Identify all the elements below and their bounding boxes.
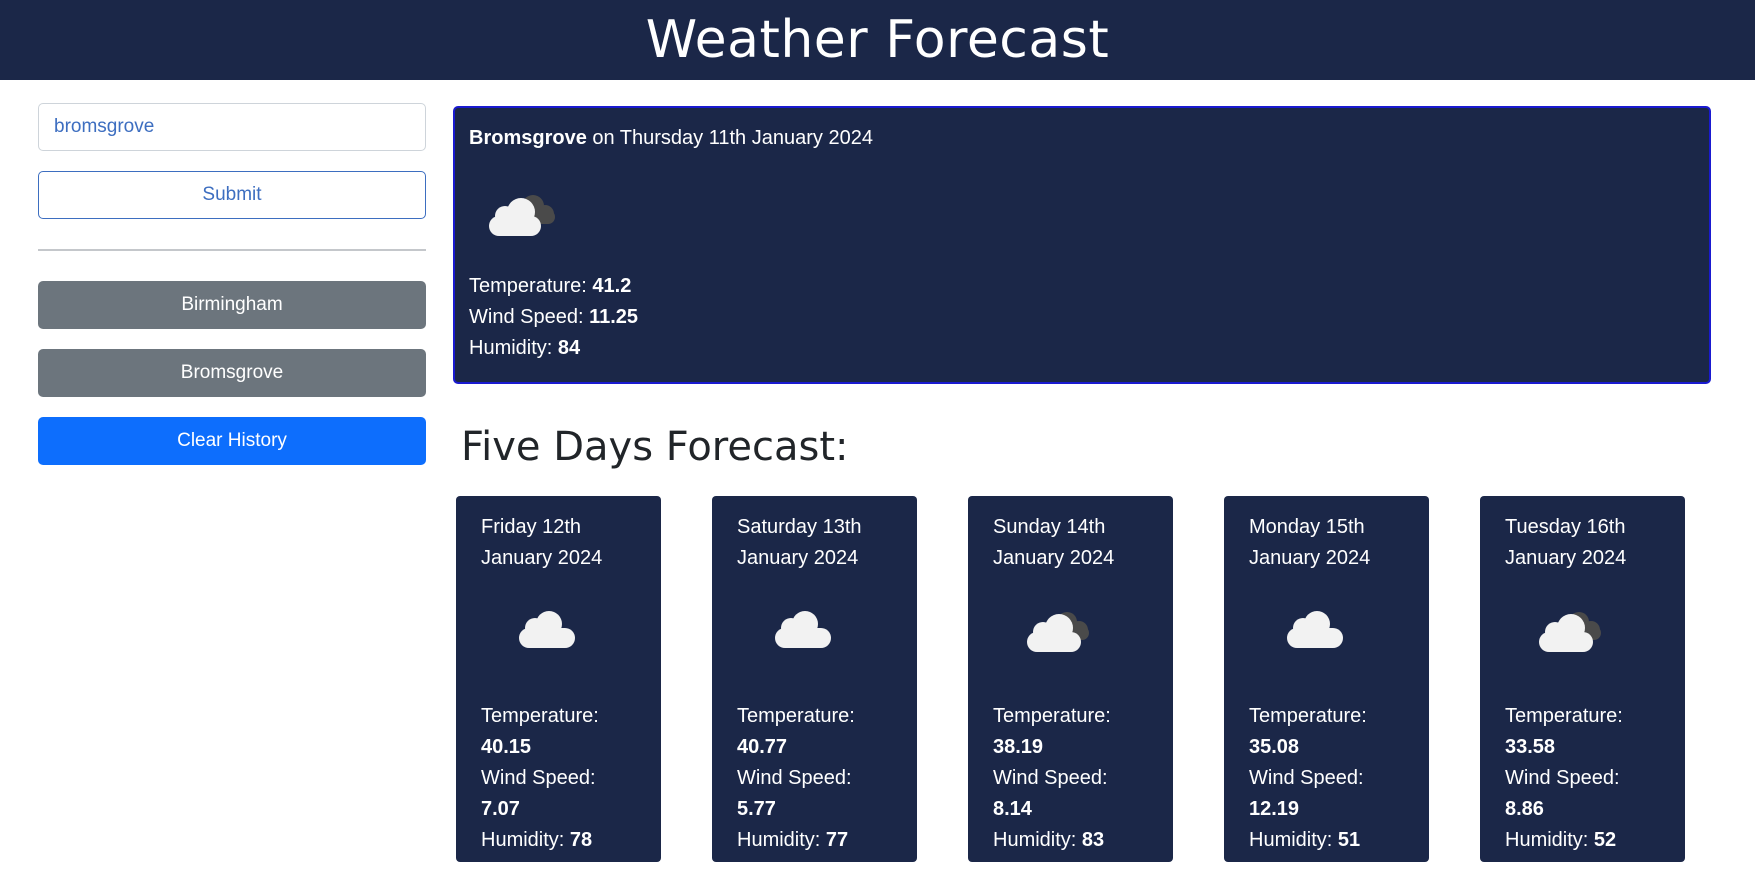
history-item-birmingham[interactable]: Birmingham bbox=[38, 281, 426, 329]
forecast-humidity: Humidity: 51 bbox=[1249, 829, 1361, 851]
forecast-wind-label: Wind Speed: bbox=[1249, 767, 1364, 789]
forecast-humidity: Humidity: 78 bbox=[481, 829, 593, 851]
forecast-wind-value: 7.07 bbox=[481, 798, 520, 820]
forecast-temperature-value: 38.19 bbox=[993, 736, 1044, 758]
city-search-input[interactable] bbox=[38, 103, 426, 151]
current-date: on Thursday 11th January 2024 bbox=[586, 127, 873, 149]
current-city: Bromsgrove bbox=[469, 127, 587, 149]
forecast-heading: Five Days Forecast: bbox=[461, 424, 849, 470]
sidebar: Submit Birmingham Bromsgrove Clear Histo… bbox=[38, 103, 426, 465]
search-history: Birmingham Bromsgrove bbox=[38, 281, 426, 397]
forecast-stats: Temperature: 40.15 Wind Speed: 7.07 Humi… bbox=[481, 701, 636, 856]
forecast-wind-value: 12.19 bbox=[1249, 798, 1300, 820]
page-title: Weather Forecast bbox=[645, 10, 1110, 70]
forecast-temperature-value: 40.15 bbox=[481, 736, 532, 758]
forecast-day-card: Saturday 13th January 2024 Temperature: … bbox=[712, 496, 917, 862]
forecast-temperature-value: 33.58 bbox=[1505, 736, 1556, 758]
forecast-stats: Temperature: 38.19 Wind Speed: 8.14 Humi… bbox=[993, 701, 1148, 856]
scattered-clouds-icon bbox=[1539, 612, 1601, 652]
forecast-day-card: Tuesday 16th January 2024 Temperature: 3… bbox=[1480, 496, 1685, 862]
cloud-icon bbox=[1287, 611, 1343, 648]
forecast-temperature-label: Temperature: bbox=[993, 705, 1111, 727]
forecast-temperature-label: Temperature: bbox=[481, 705, 599, 727]
forecast-day-card: Monday 15th January 2024 Temperature: 35… bbox=[1224, 496, 1429, 862]
current-wind-speed: Wind Speed: 11.25 bbox=[469, 306, 639, 328]
current-weather-title: Bromsgrove on Thursday 11th January 2024 bbox=[469, 126, 1695, 150]
forecast-stats: Temperature: 40.77 Wind Speed: 5.77 Humi… bbox=[737, 701, 892, 856]
forecast-date: Tuesday 16th January 2024 bbox=[1505, 516, 1627, 569]
forecast-day-card: Friday 12th January 2024 Temperature: 40… bbox=[456, 496, 661, 862]
forecast-wind-label: Wind Speed: bbox=[993, 767, 1108, 789]
clear-history-button[interactable]: Clear History bbox=[38, 417, 426, 465]
forecast-wind-label: Wind Speed: bbox=[737, 767, 852, 789]
forecast-day-card: Sunday 14th January 2024 Temperature: 38… bbox=[968, 496, 1173, 862]
cloud-icon bbox=[519, 611, 575, 648]
forecast-wind-value: 5.77 bbox=[737, 798, 776, 820]
forecast-date: Saturday 13th January 2024 bbox=[737, 516, 862, 569]
scattered-clouds-icon bbox=[1027, 612, 1089, 652]
app-header: Weather Forecast bbox=[0, 0, 1755, 80]
sidebar-divider bbox=[38, 249, 426, 251]
forecast-wind-label: Wind Speed: bbox=[481, 767, 596, 789]
current-stats: Temperature: 41.2 Wind Speed: 11.25 Humi… bbox=[469, 271, 1695, 364]
current-humidity: Humidity: 84 bbox=[469, 337, 581, 359]
forecast-temperature-value: 35.08 bbox=[1249, 736, 1300, 758]
forecast-humidity: Humidity: 52 bbox=[1505, 829, 1617, 851]
forecast-wind-label: Wind Speed: bbox=[1505, 767, 1620, 789]
current-weather-card: Bromsgrove on Thursday 11th January 2024… bbox=[453, 106, 1711, 384]
scattered-clouds-icon bbox=[489, 195, 555, 236]
forecast-temperature-value: 40.77 bbox=[737, 736, 788, 758]
submit-button[interactable]: Submit bbox=[38, 171, 426, 219]
forecast-temperature-label: Temperature: bbox=[1505, 705, 1623, 727]
forecast-stats: Temperature: 35.08 Wind Speed: 12.19 Hum… bbox=[1249, 701, 1404, 856]
history-item-bromsgrove[interactable]: Bromsgrove bbox=[38, 349, 426, 397]
forecast-temperature-label: Temperature: bbox=[737, 705, 855, 727]
forecast-stats: Temperature: 33.58 Wind Speed: 8.86 Humi… bbox=[1505, 701, 1660, 856]
forecast-humidity: Humidity: 83 bbox=[993, 829, 1105, 851]
forecast-wind-value: 8.86 bbox=[1505, 798, 1544, 820]
forecast-temperature-label: Temperature: bbox=[1249, 705, 1367, 727]
forecast-date: Sunday 14th January 2024 bbox=[993, 516, 1115, 569]
cloud-icon bbox=[775, 611, 831, 648]
forecast-date: Monday 15th January 2024 bbox=[1249, 516, 1371, 569]
forecast-wind-value: 8.14 bbox=[993, 798, 1032, 820]
current-temperature: Temperature: 41.2 bbox=[469, 275, 632, 297]
forecast-date: Friday 12th January 2024 bbox=[481, 516, 603, 569]
forecast-humidity: Humidity: 77 bbox=[737, 829, 849, 851]
